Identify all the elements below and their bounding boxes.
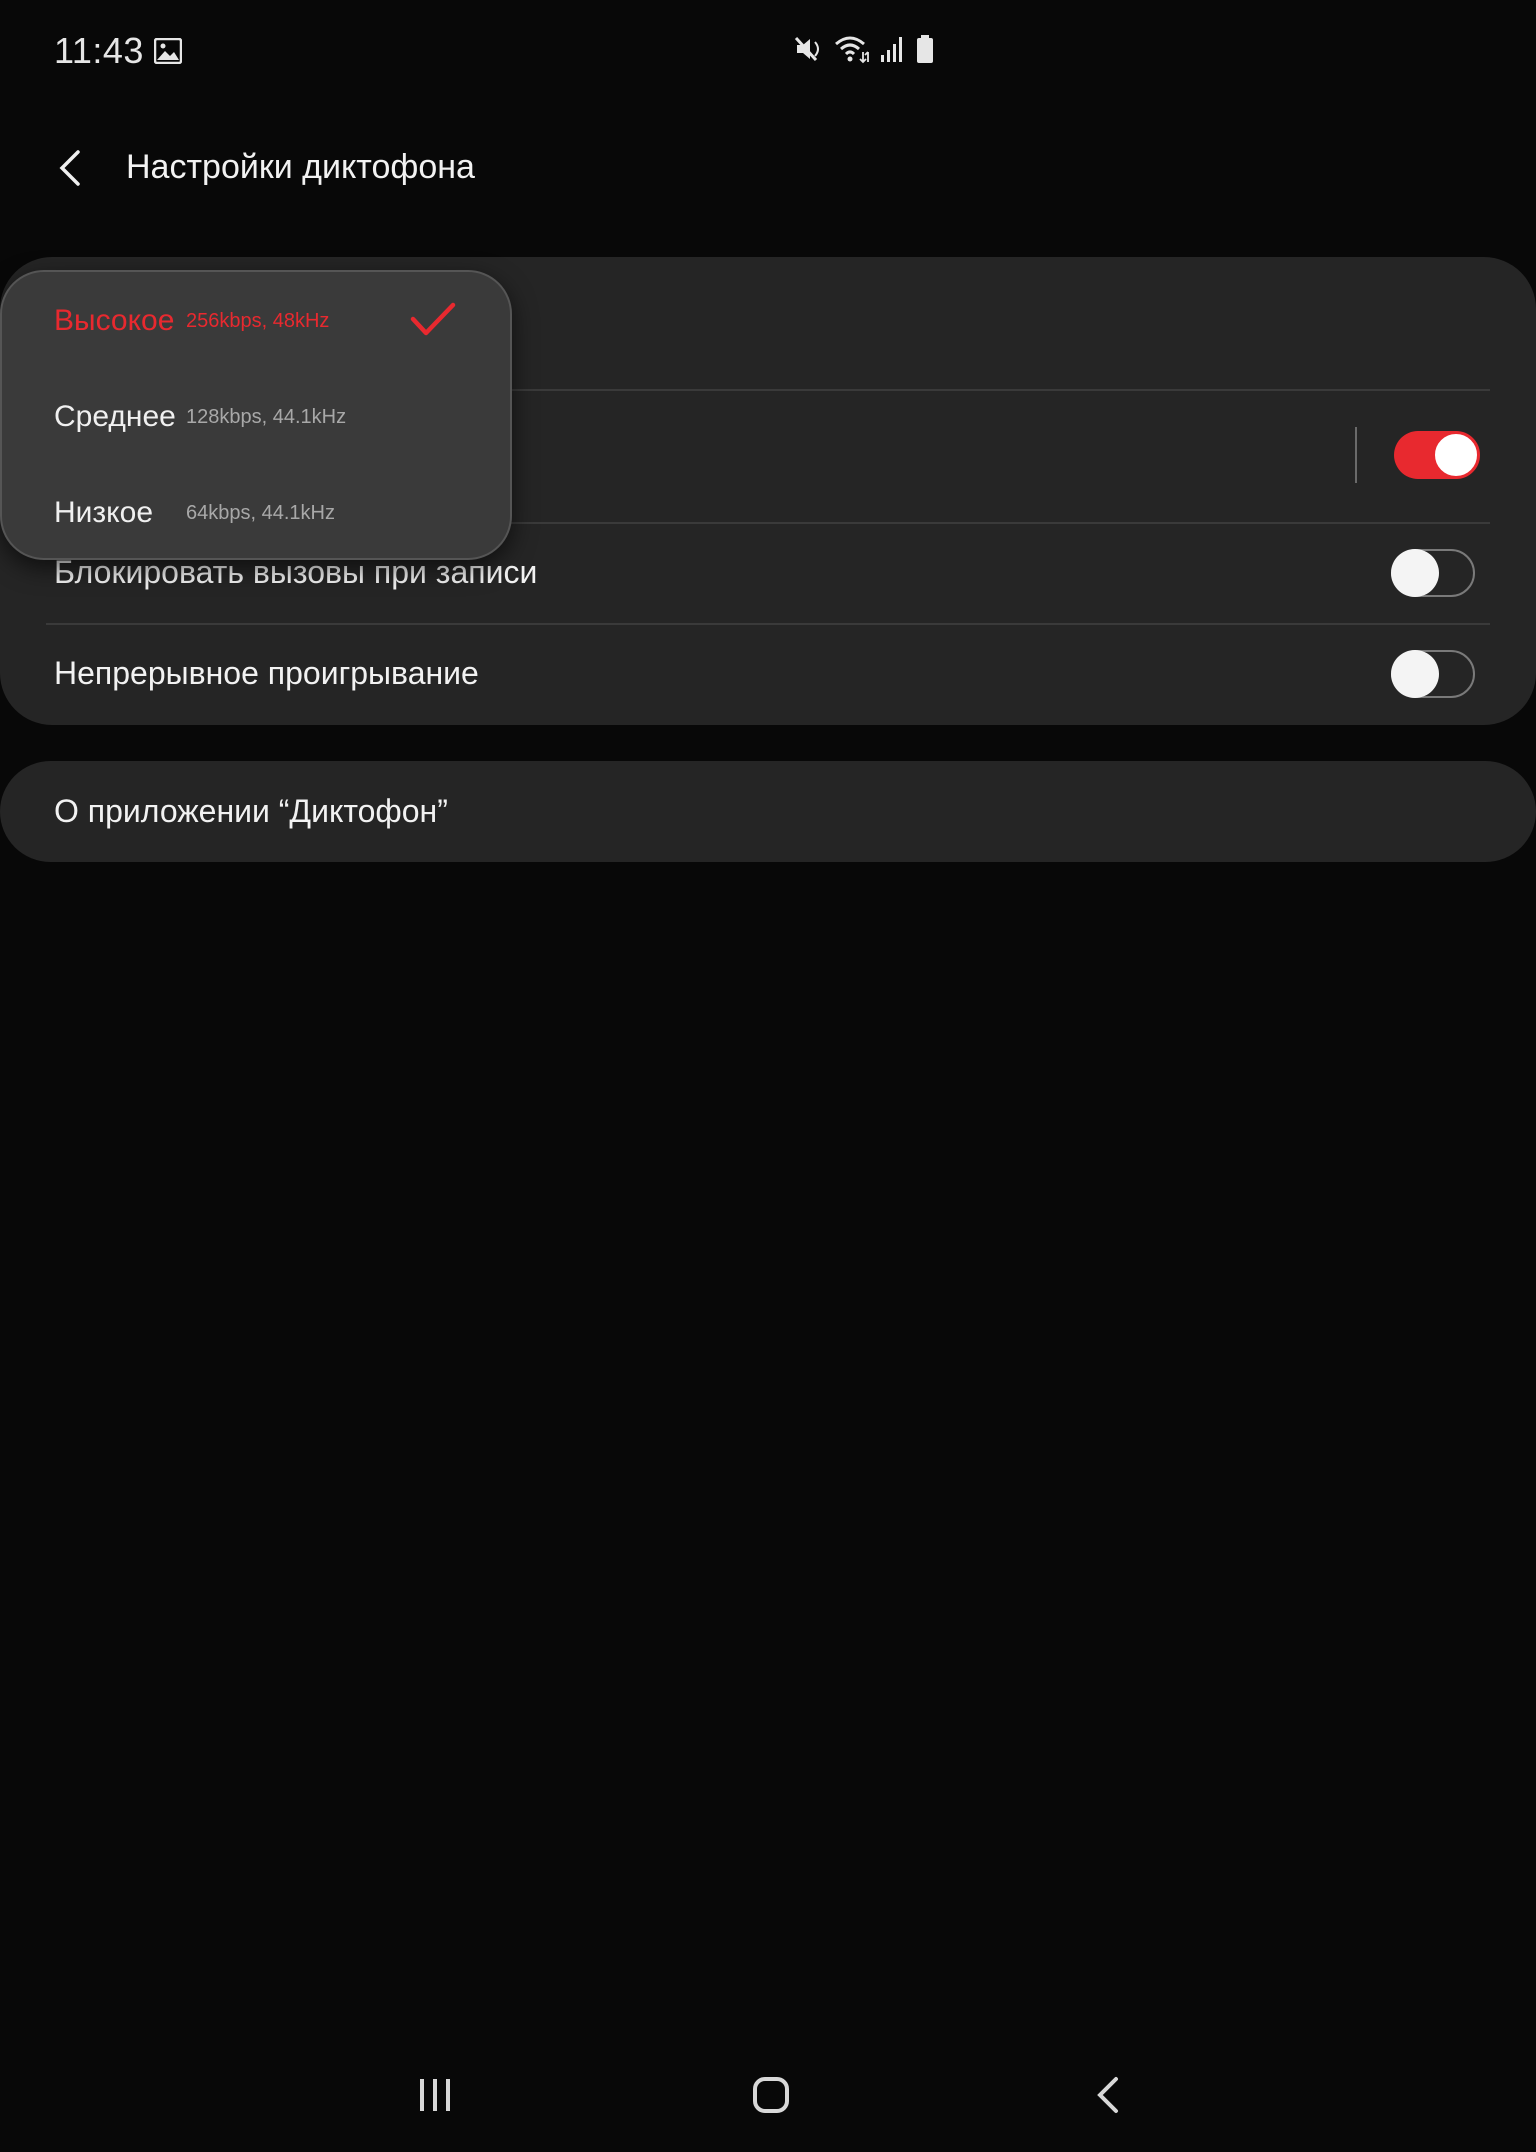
back-arrow-icon[interactable]	[52, 148, 92, 188]
quality-option-name: Низкое	[54, 496, 154, 529]
quality-option-medium[interactable]: Среднее 128kbps, 44.1kHz	[2, 368, 512, 464]
status-time: 11:43	[54, 30, 144, 71]
quality-option-name: Высокое	[54, 304, 175, 337]
quality-option-detail: 128kbps, 44.1kHz	[186, 406, 347, 428]
switch-knob	[1391, 549, 1439, 597]
continuous-playback-label: Непрерывное проигрывание	[54, 655, 479, 691]
app-bar: Настройки диктофона	[0, 130, 1536, 206]
vertical-divider	[1355, 427, 1357, 483]
quality-option-detail: 256kbps, 48kHz	[186, 310, 330, 332]
check-icon	[410, 302, 456, 343]
quality-option-name: Среднее	[54, 400, 176, 433]
switch-knob	[1391, 650, 1439, 698]
gallery-icon	[153, 37, 183, 69]
about-card[interactable]: О приложении “Диктофон”	[0, 761, 1536, 862]
signal-icon	[880, 35, 906, 68]
status-bar: 11:43	[0, 0, 1536, 104]
mute-icon	[794, 34, 824, 69]
battery-icon	[916, 34, 934, 69]
quality-option-low[interactable]: Низкое 64kbps, 44.1kHz	[2, 464, 512, 560]
continuous-playback-switch[interactable]	[1391, 650, 1475, 698]
quality-popup-menu: Высокое 256kbps, 48kHz Среднее 128kbps, …	[0, 270, 512, 560]
about-label: О приложении “Диктофон”	[54, 793, 448, 829]
navigation-bar	[0, 2056, 1536, 2136]
wifi-icon	[834, 34, 870, 69]
quality-option-high[interactable]: Высокое 256kbps, 48kHz	[2, 272, 512, 368]
home-icon[interactable]	[752, 2076, 790, 2119]
switch-knob	[1432, 431, 1480, 479]
settings-row-continuous-playback[interactable]: Непрерывное проигрывание	[0, 625, 1536, 725]
block-calls-switch[interactable]	[1391, 549, 1475, 597]
page-title: Настройки диктофона	[126, 148, 475, 186]
switch-on[interactable]	[1394, 431, 1480, 479]
quality-option-detail: 64kbps, 44.1kHz	[186, 502, 335, 524]
back-icon[interactable]	[1090, 2076, 1128, 2119]
recents-icon[interactable]	[416, 2076, 454, 2119]
